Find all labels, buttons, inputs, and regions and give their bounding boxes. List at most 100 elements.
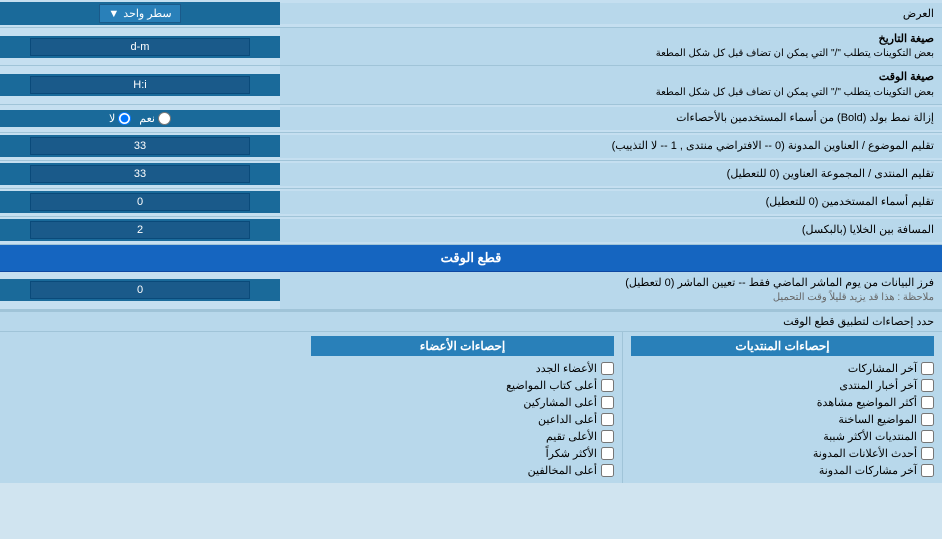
checkbox-item: المواضيع الساخنة [631, 411, 934, 428]
label-top-rated: الأعلى تقيم [546, 430, 597, 443]
forum-address-input-container [0, 163, 280, 185]
checkbox-item: الأكثر شكراً [311, 445, 614, 462]
checkbox-item: آخر المشاركات [631, 360, 934, 377]
limit-label: حدد إحصاءات لتطبيق قطع الوقت [783, 316, 934, 328]
dropdown-container[interactable]: سطر واحد ▼ [0, 2, 280, 25]
bold-no-text: لا [109, 112, 115, 125]
checkbox-item: أعلى كتاب المواضيع [311, 377, 614, 394]
time-format-row: صيغة الوقت بعض التكوينات يتطلب "/" التي … [0, 66, 942, 104]
realtime-section-header: قطع الوقت [0, 245, 942, 272]
label-top-writers: أعلى كتاب المواضيع [506, 379, 597, 392]
realtime-input-container [0, 279, 280, 301]
time-format-input[interactable] [30, 76, 250, 94]
checkbox-item: الأعلى تقيم [311, 428, 614, 445]
checkboxes-columns: إحصاءات المنتديات آخر المشاركات آخر أخبا… [0, 332, 942, 483]
forum-address-row: تقليم المنتدى / المجموعة العناوين (0 للت… [0, 161, 942, 189]
label-new-members: الأعضاء الجدد [536, 362, 597, 375]
topic-subject-label: تقليم الموضوع / العناوين المدونة (0 -- ا… [280, 135, 942, 158]
bold-no-radio[interactable] [118, 112, 131, 125]
bold-yes-text: نعم [139, 112, 155, 125]
date-format-label: صيغة التاريخ بعض التكوينات يتطلب "/" الت… [280, 28, 942, 65]
cell-distance-input-container [0, 219, 280, 241]
label-top-participants: أعلى المشاركين [523, 396, 597, 409]
checkboxes-outer: حدد إحصاءات لتطبيق قطع الوقت إحصاءات الم… [0, 310, 942, 483]
single-line-dropdown[interactable]: سطر واحد ▼ [99, 4, 180, 23]
date-format-row: صيغة التاريخ بعض التكوينات يتطلب "/" الت… [0, 28, 942, 66]
label-most-thanked: الأكثر شكراً [546, 447, 597, 460]
checkbox-most-popular[interactable] [921, 430, 934, 443]
checkbox-item: أكثر المواضيع مشاهدة [631, 394, 934, 411]
topic-subject-row: تقليم الموضوع / العناوين المدونة (0 -- ا… [0, 133, 942, 161]
label-top-violators: أعلى المخالفين [528, 464, 597, 477]
forum-stats-col: إحصاءات المنتديات آخر المشاركات آخر أخبا… [622, 332, 942, 483]
label-announcements: أحدث الأعلانات المدونة [813, 447, 917, 460]
checkbox-blog-posts[interactable] [921, 464, 934, 477]
forum-address-label: تقليم المنتدى / المجموعة العناوين (0 للت… [280, 163, 942, 186]
realtime-label: فرز البيانات من يوم الماشر الماضي فقط --… [280, 272, 942, 309]
checkbox-item: آخر أخبار المنتدى [631, 377, 934, 394]
checkbox-announcements[interactable] [921, 447, 934, 460]
label-top-inviters: أعلى الداعين [538, 413, 597, 426]
header-row: العرض سطر واحد ▼ [0, 0, 942, 28]
checkbox-item: المنتديات الأكثر شببة [631, 428, 934, 445]
cell-distance-row: المسافة بين الخلايا (بالبكسل) [0, 217, 942, 245]
cell-distance-input[interactable] [30, 221, 250, 239]
usernames-input[interactable] [30, 193, 250, 211]
label-blog-posts: آخر مشاركات المدونة [819, 464, 917, 477]
date-format-title: صيغة التاريخ [288, 32, 934, 47]
bold-radio-group: نعم لا [109, 112, 171, 125]
checkbox-last-posts[interactable] [921, 362, 934, 375]
bold-yes-label[interactable]: نعم [139, 112, 171, 125]
realtime-note: ملاحظة : هذا قد يزيد قليلاً وقت التحميل [288, 291, 934, 305]
time-format-input-container [0, 74, 280, 96]
bold-remove-row: إزالة نمط بولد (Bold) من أسماء المستخدمي… [0, 105, 942, 133]
realtime-input[interactable] [30, 281, 250, 299]
usernames-row: تقليم أسماء المستخدمين (0 للتعطيل) [0, 189, 942, 217]
bold-no-label[interactable]: لا [109, 112, 131, 125]
checkbox-top-writers[interactable] [601, 379, 614, 392]
member-stats-header: إحصاءات الأعضاء [311, 336, 614, 356]
realtime-row: فرز البيانات من يوم الماشر الماضي فقط --… [0, 272, 942, 310]
checkbox-most-thanked[interactable] [601, 447, 614, 460]
time-format-sublabel: بعض التكوينات يتطلب "/" التي يمكن ان تضا… [288, 86, 934, 100]
checkbox-new-members[interactable] [601, 362, 614, 375]
checkbox-top-violators[interactable] [601, 464, 614, 477]
display-label: العرض [280, 3, 942, 24]
bold-yes-radio[interactable] [158, 112, 171, 125]
checkbox-top-rated[interactable] [601, 430, 614, 443]
label-hot-topics: المواضيع الساخنة [838, 413, 917, 426]
forum-address-input[interactable] [30, 165, 250, 183]
checkbox-item: الأعضاء الجدد [311, 360, 614, 377]
label-forum-news: آخر أخبار المنتدى [839, 379, 917, 392]
label-most-viewed: أكثر المواضيع مشاهدة [817, 396, 917, 409]
checkbox-item: أعلى الداعين [311, 411, 614, 428]
checkbox-forum-news[interactable] [921, 379, 934, 392]
date-format-sublabel: بعض التكوينات يتطلب "/" التي يمكن ان تضا… [288, 47, 934, 61]
main-container: العرض سطر واحد ▼ صيغة التاريخ بعض التكوي… [0, 0, 942, 483]
time-format-label: صيغة الوقت بعض التكوينات يتطلب "/" التي … [280, 66, 942, 103]
checkbox-item: أعلى المخالفين [311, 462, 614, 479]
checkbox-most-viewed[interactable] [921, 396, 934, 409]
checkbox-top-participants[interactable] [601, 396, 614, 409]
topic-subject-input-container [0, 135, 280, 157]
time-format-title: صيغة الوقت [288, 70, 934, 85]
checkbox-item: آخر مشاركات المدونة [631, 462, 934, 479]
usernames-label: تقليم أسماء المستخدمين (0 للتعطيل) [280, 191, 942, 214]
dropdown-label: سطر واحد [123, 7, 171, 20]
bold-remove-label: إزالة نمط بولد (Bold) من أسماء المستخدمي… [280, 107, 942, 130]
checkbox-item: أعلى المشاركين [311, 394, 614, 411]
checkbox-hot-topics[interactable] [921, 413, 934, 426]
label-last-posts: آخر المشاركات [848, 362, 917, 375]
date-format-input-container [0, 36, 280, 58]
dropdown-icon: ▼ [108, 8, 119, 20]
bold-remove-radio-container: نعم لا [0, 110, 280, 127]
empty-col [0, 332, 303, 483]
date-format-input[interactable] [30, 38, 250, 56]
forum-stats-header: إحصاءات المنتديات [631, 336, 934, 356]
label-most-popular: المنتديات الأكثر شببة [823, 430, 917, 443]
cell-distance-label: المسافة بين الخلايا (بالبكسل) [280, 219, 942, 242]
realtime-title: فرز البيانات من يوم الماشر الماضي فقط --… [288, 276, 934, 291]
checkbox-top-inviters[interactable] [601, 413, 614, 426]
member-stats-col: إحصاءات الأعضاء الأعضاء الجدد أعلى كتاب … [303, 332, 622, 483]
topic-subject-input[interactable] [30, 137, 250, 155]
